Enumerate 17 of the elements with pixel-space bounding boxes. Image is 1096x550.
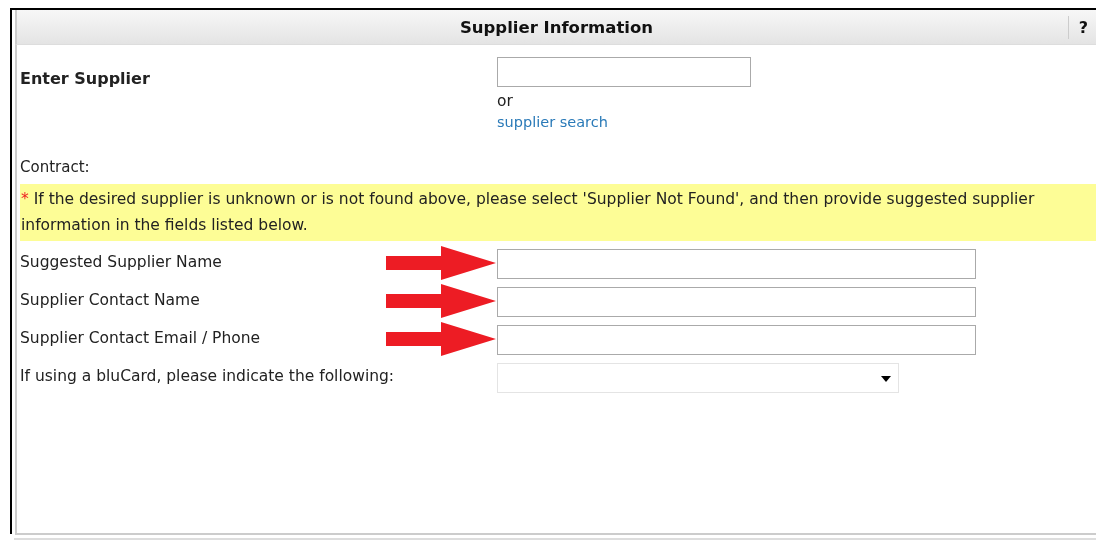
field-label: Enter Supplier xyxy=(20,68,151,90)
field-label: Supplier Contact Name xyxy=(20,290,201,309)
notice-text: * If the desired supplier is unknown or is not found above, please select 'Supplier Not Found', and then provide suggested supplier information in the fields listed below. xyxy=(20,184,1096,241)
supplier-input[interactable] xyxy=(497,57,751,87)
text-input[interactable] xyxy=(497,249,976,279)
field-label: If using a bluCard, please indicate the following: xyxy=(20,366,396,385)
help-button[interactable]: ? xyxy=(1067,16,1090,39)
field-label: Suggested Supplier Name xyxy=(20,252,223,271)
panel-title: Supplier Information xyxy=(459,17,654,37)
field-label: Supplier Contact Email / Phone xyxy=(20,328,262,347)
caret-icon xyxy=(881,376,891,382)
text-input[interactable] xyxy=(497,325,976,355)
contract-label: Contract: xyxy=(20,158,91,176)
text-input[interactable] xyxy=(497,287,976,317)
supplier-search-link[interactable]: supplier search xyxy=(497,114,608,130)
or-text: or xyxy=(497,92,513,110)
dropdown[interactable] xyxy=(497,363,899,393)
